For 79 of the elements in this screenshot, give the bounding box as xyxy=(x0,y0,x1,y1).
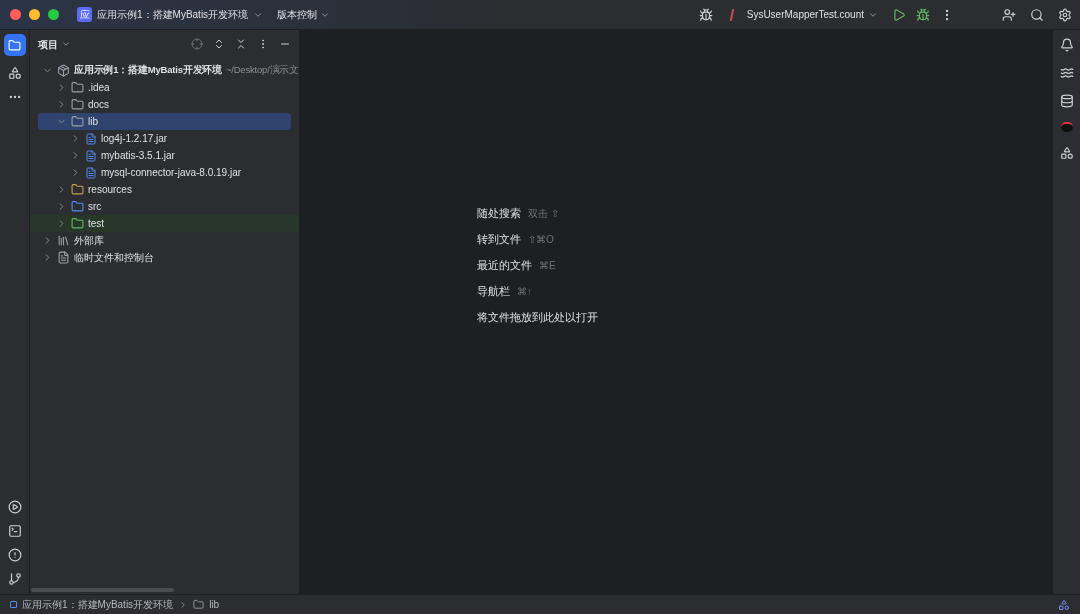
project-tool-button[interactable] xyxy=(3,34,26,56)
node-label: mybatis-3.5.1.jar xyxy=(101,149,175,163)
node-label: .idea xyxy=(88,81,110,95)
tree-row[interactable]: test xyxy=(30,215,299,232)
tree-row[interactable]: docs xyxy=(30,96,299,113)
jar-icon xyxy=(85,166,97,179)
tree-row[interactable]: mybatis-3.5.1.jar xyxy=(30,147,299,164)
hint-shortcut: ⌘E xyxy=(539,258,556,273)
node-label: docs xyxy=(88,98,110,112)
test-folder-icon xyxy=(71,217,84,230)
hint-shortcut: ⇧⌘O xyxy=(528,232,554,247)
horizontal-scrollbar[interactable] xyxy=(31,588,174,592)
debug-off-icon[interactable] xyxy=(698,7,713,22)
folder-icon xyxy=(71,98,84,111)
jar-icon xyxy=(85,149,97,162)
run-config-selector[interactable]: SysUserMapperTest.count xyxy=(730,7,878,22)
git-icon[interactable] xyxy=(7,572,22,586)
scratch-icon xyxy=(57,251,70,264)
node-label: log4j-1.2.17.jar xyxy=(101,132,168,146)
run-icon[interactable] xyxy=(892,7,906,22)
project-badge: 应 xyxy=(77,7,92,22)
tree-row[interactable]: log4j-1.2.17.jar xyxy=(30,130,299,147)
zoom-window-button[interactable] xyxy=(48,9,59,20)
debug-icon[interactable] xyxy=(916,7,930,22)
breadcrumb[interactable]: 应用示例1：搭建MyBatis开发环境 xyxy=(22,597,174,612)
node-label: 外部库 xyxy=(74,234,104,248)
node-path: ~/Desktop/演示文 xyxy=(225,63,299,78)
module-icon xyxy=(10,601,17,608)
project-name: 应用示例1：搭建MyBatis开发环境 xyxy=(97,8,249,22)
collapse-all-icon[interactable] xyxy=(235,38,247,50)
tree-row[interactable]: resources xyxy=(30,181,299,198)
jar-icon xyxy=(85,132,97,145)
tree-row[interactable]: 临时文件和控制台 xyxy=(30,249,299,266)
hint-label: 最近的文件 xyxy=(477,257,532,273)
caret-icon xyxy=(61,39,71,49)
folder-icon xyxy=(71,81,84,94)
settings-icon[interactable] xyxy=(1058,7,1072,22)
hint-label: 导航栏 xyxy=(477,283,510,299)
folder-icon xyxy=(193,599,205,610)
hint-label: 将文件拖放到此处以打开 xyxy=(477,309,598,325)
node-label: src xyxy=(88,200,102,214)
node-label: lib xyxy=(88,115,98,129)
add-user-icon[interactable] xyxy=(1002,7,1016,22)
expand-all-icon[interactable] xyxy=(213,38,225,50)
notifications-icon[interactable] xyxy=(1059,38,1074,52)
breadcrumb[interactable]: lib xyxy=(209,597,220,612)
library-icon xyxy=(57,234,70,247)
tree-row[interactable]: lib xyxy=(38,113,291,130)
resources-folder-icon xyxy=(71,183,84,196)
plugin-icon[interactable] xyxy=(1060,122,1073,132)
services-icon[interactable] xyxy=(7,500,22,514)
hint-shortcut: 双击 ⇧ xyxy=(528,206,559,221)
database-icon[interactable] xyxy=(1059,94,1074,108)
tree-row[interactable]: src xyxy=(30,198,299,215)
hint-label: 随处搜索 xyxy=(477,205,521,221)
structure-icon[interactable] xyxy=(7,66,22,80)
tree-row[interactable]: 应用示例1：搭建MyBatis开发环境 ~/Desktop/演示文 xyxy=(30,62,299,79)
folder-icon xyxy=(8,38,21,52)
panel-title[interactable]: 项目 xyxy=(38,36,71,52)
tree-row[interactable]: .idea xyxy=(30,79,299,96)
vcs-menu[interactable]: 版本控制 xyxy=(277,7,331,22)
hint-shortcut: ⌘↑ xyxy=(517,284,532,299)
close-window-button[interactable] xyxy=(10,9,21,20)
search-icon[interactable] xyxy=(1030,7,1044,22)
module-icon xyxy=(57,64,70,77)
node-label: mysql-connector-java-8.0.19.jar xyxy=(101,166,242,180)
node-label: 临时文件和控制台 xyxy=(74,251,154,265)
source-folder-icon xyxy=(71,200,84,213)
hint-label: 转到文件 xyxy=(477,231,521,247)
folder-icon xyxy=(71,115,84,128)
minimize-window-button[interactable] xyxy=(29,9,40,20)
node-label: test xyxy=(88,217,105,231)
node-label: 应用示例1：搭建MyBatis开发环境 xyxy=(74,63,222,78)
project-switcher[interactable]: 应 应用示例1：搭建MyBatis开发环境 xyxy=(77,7,264,22)
problems-icon[interactable] xyxy=(7,548,22,562)
terminal-icon[interactable] xyxy=(7,524,22,538)
tree-row[interactable]: 外部库 xyxy=(30,232,299,249)
node-label: resources xyxy=(88,183,132,197)
tree-row[interactable]: mysql-connector-java-8.0.19.jar xyxy=(30,164,299,181)
